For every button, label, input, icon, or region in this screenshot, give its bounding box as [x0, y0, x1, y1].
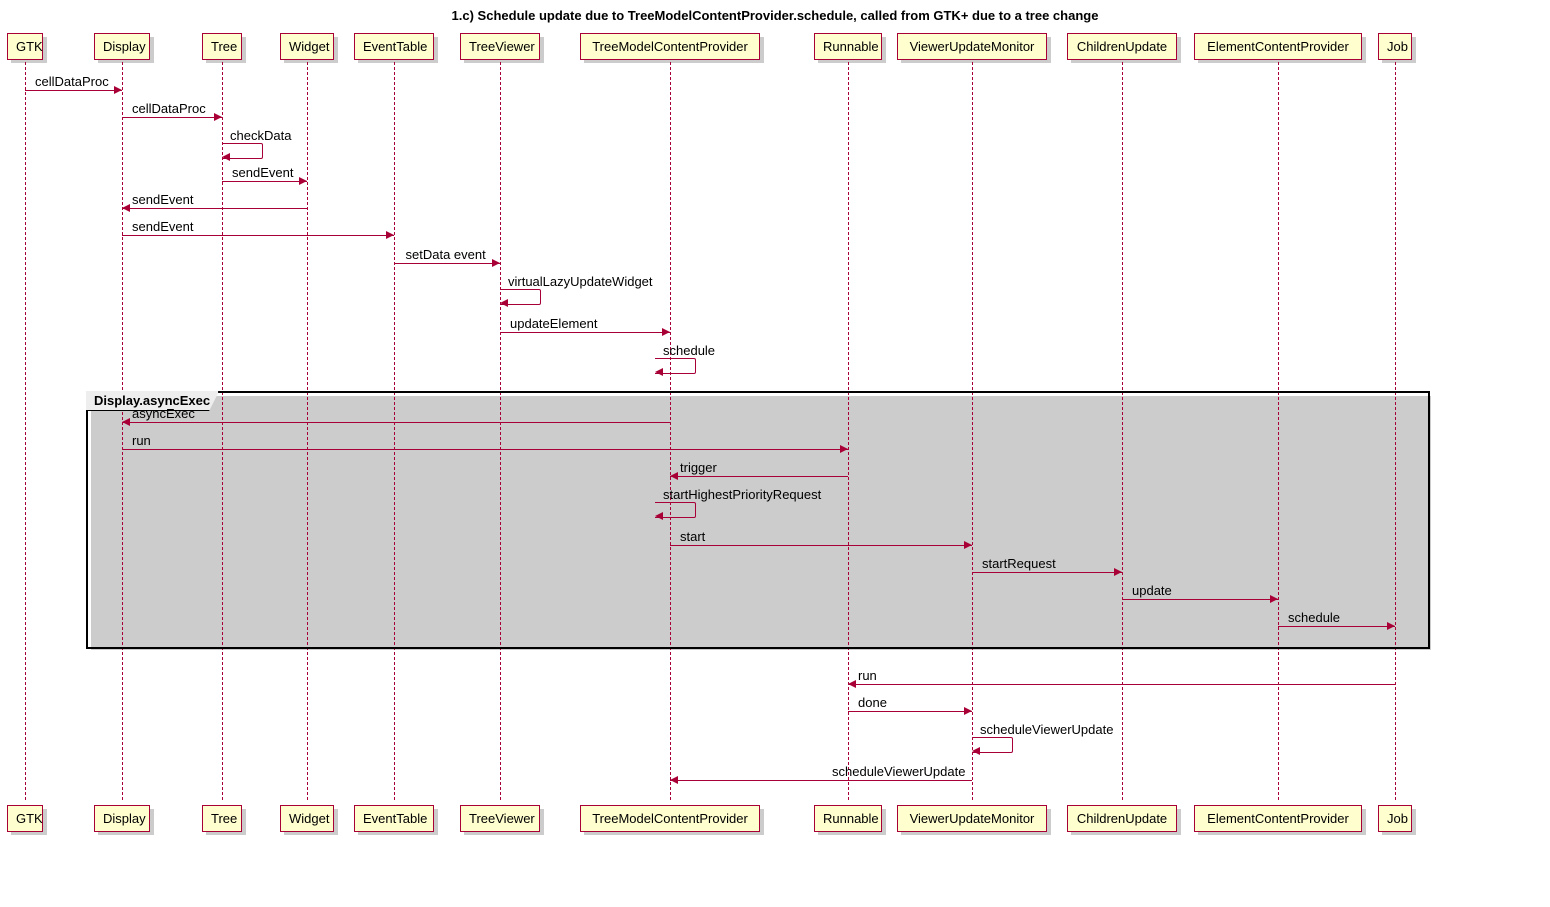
participant-Runnable-bottom: Runnable [814, 805, 882, 832]
participant-ChildrenUpdate-bottom: ChildrenUpdate [1067, 805, 1177, 832]
participant-Display: Display [94, 33, 150, 60]
message-8: updateElement [510, 316, 597, 331]
message-16: update [1132, 583, 1172, 598]
message-17: schedule [1288, 610, 1340, 625]
participant-GTK: GTK [7, 33, 43, 60]
participant-TreeViewer: TreeViewer [460, 33, 540, 60]
message-14: start [680, 529, 705, 544]
participant-EventTable: EventTable [354, 33, 434, 60]
participant-Runnable: Runnable [814, 33, 882, 60]
participant-ChildrenUpdate: ChildrenUpdate [1067, 33, 1177, 60]
participant-GTK-bottom: GTK [7, 805, 43, 832]
participant-TreeModelContentProvider-bottom: TreeModelContentProvider [580, 805, 760, 832]
participant-Job-bottom: Job [1378, 805, 1412, 832]
participant-Widget: Widget [280, 33, 334, 60]
message-18: run [858, 668, 877, 683]
message-19: done [858, 695, 887, 710]
participant-ViewerUpdateMonitor-bottom: ViewerUpdateMonitor [897, 805, 1047, 832]
lifeline-GTK [25, 62, 26, 800]
frame-asyncexec [86, 391, 1430, 649]
message-10: asyncExec [132, 406, 195, 421]
participant-Widget-bottom: Widget [280, 805, 334, 832]
participant-ViewerUpdateMonitor: ViewerUpdateMonitor [897, 33, 1047, 60]
participant-EventTable-bottom: EventTable [354, 805, 434, 832]
participant-Display-bottom: Display [94, 805, 150, 832]
participant-Job: Job [1378, 33, 1412, 60]
message-21: scheduleViewerUpdate [832, 764, 965, 779]
message-7: virtualLazyUpdateWidget [508, 274, 653, 289]
participant-Tree-bottom: Tree [202, 805, 242, 832]
message-20: scheduleViewerUpdate [980, 722, 1113, 737]
message-5: sendEvent [132, 219, 193, 234]
message-0: cellDataProc [35, 74, 109, 89]
participant-ElementContentProvider-bottom: ElementContentProvider [1194, 805, 1362, 832]
message-12: trigger [680, 460, 717, 475]
participant-Tree: Tree [202, 33, 242, 60]
diagram-title: 1.c) Schedule update due to TreeModelCon… [0, 8, 1550, 23]
message-11: run [132, 433, 151, 448]
message-4: sendEvent [132, 192, 193, 207]
message-3: sendEvent [232, 165, 293, 180]
message-9: schedule [663, 343, 715, 358]
participant-TreeModelContentProvider: TreeModelContentProvider [580, 33, 760, 60]
message-6: setData event [406, 247, 486, 262]
message-1: cellDataProc [132, 101, 206, 116]
participant-TreeViewer-bottom: TreeViewer [460, 805, 540, 832]
participant-ElementContentProvider: ElementContentProvider [1194, 33, 1362, 60]
message-13: startHighestPriorityRequest [663, 487, 821, 502]
message-15: startRequest [982, 556, 1056, 571]
message-2: checkData [230, 128, 291, 143]
